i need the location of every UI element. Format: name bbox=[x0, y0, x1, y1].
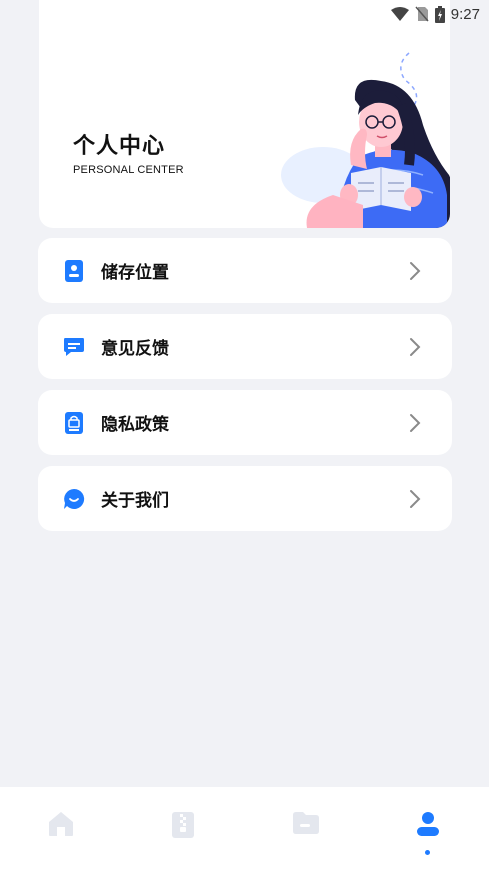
menu-item-feedback[interactable]: 意见反馈 bbox=[38, 314, 452, 379]
no-sim-icon bbox=[415, 6, 429, 22]
tab-files[interactable] bbox=[153, 811, 213, 843]
settings-menu: 储存位置 意见反馈 隐私政策 关于我们 bbox=[38, 238, 452, 531]
menu-item-label: 关于我们 bbox=[101, 491, 169, 511]
storage-icon bbox=[63, 259, 85, 282]
menu-item-about[interactable]: 关于我们 bbox=[38, 466, 452, 531]
tab-home[interactable] bbox=[31, 811, 91, 841]
folder-icon bbox=[292, 811, 320, 839]
menu-item-privacy[interactable]: 隐私政策 bbox=[38, 390, 452, 455]
page-subtitle: PERSONAL CENTER bbox=[73, 164, 184, 176]
bottom-tab-bar bbox=[0, 787, 489, 869]
menu-item-storage[interactable]: 储存位置 bbox=[38, 238, 452, 303]
active-tab-indicator bbox=[425, 850, 431, 855]
profile-icon bbox=[416, 811, 440, 843]
privacy-icon bbox=[63, 411, 85, 434]
chevron-right-icon bbox=[408, 489, 422, 509]
tab-folder[interactable] bbox=[276, 811, 336, 839]
battery-charging-icon bbox=[434, 5, 445, 23]
status-time: 9:27 bbox=[450, 5, 480, 23]
page-title: 个人中心 bbox=[73, 134, 166, 159]
status-bar: 9:27 bbox=[0, 0, 489, 28]
wifi-icon bbox=[390, 6, 409, 22]
feedback-icon bbox=[63, 336, 85, 358]
menu-item-label: 意见反馈 bbox=[101, 339, 169, 359]
chevron-right-icon bbox=[408, 337, 422, 357]
menu-item-label: 储存位置 bbox=[101, 263, 169, 283]
about-icon bbox=[63, 488, 85, 510]
header-card: 个人中心 PERSONAL CENTER bbox=[39, 0, 450, 228]
tab-profile[interactable] bbox=[398, 811, 458, 855]
home-icon bbox=[47, 811, 75, 841]
file-icon bbox=[171, 811, 195, 843]
menu-item-label: 隐私政策 bbox=[101, 415, 169, 435]
reading-girl-illustration bbox=[281, 52, 450, 228]
chevron-right-icon bbox=[408, 261, 422, 281]
chevron-right-icon bbox=[408, 413, 422, 433]
